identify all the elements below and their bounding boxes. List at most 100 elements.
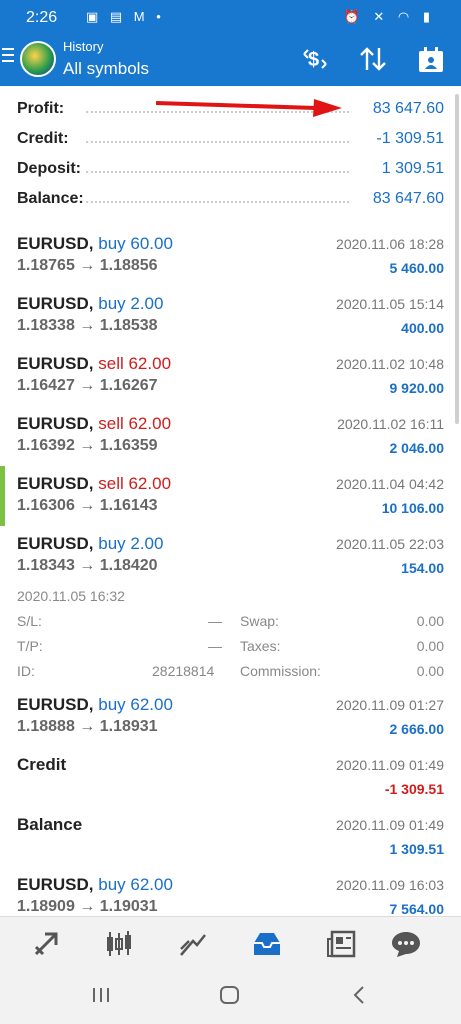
trade-icon[interactable] xyxy=(176,929,210,959)
deal-prices: 1.18888 → 1.18931 xyxy=(17,718,158,735)
deal-row[interactable]: EURUSD, sell 62.00 1.16392 → 1.16359 202… xyxy=(0,406,461,467)
deal-action: sell 62.00 xyxy=(98,354,172,373)
dotted-leader xyxy=(86,201,349,203)
app-bar: History All symbols $ xyxy=(0,34,461,86)
deal-prices: 1.18338 → 1.18538 xyxy=(17,317,158,334)
credit-label: Credit: xyxy=(17,130,69,147)
news-icon[interactable] xyxy=(325,929,359,959)
deposit-label: Deposit: xyxy=(17,160,81,177)
bottom-navigation xyxy=(0,916,461,971)
deal-profit: 9 920.00 xyxy=(389,380,445,396)
recent-apps-icon[interactable] xyxy=(91,984,111,1012)
profit-label: Profit: xyxy=(17,100,65,117)
deposit-value: 1 309.51 xyxy=(381,160,444,177)
tp-value: — xyxy=(208,638,222,654)
menu-icon[interactable] xyxy=(2,48,14,66)
deal-prices: 1.16427 → 1.16267 xyxy=(17,377,158,394)
svg-text:$: $ xyxy=(308,49,319,71)
deal-time: 2020.11.06 18:28 xyxy=(336,236,444,252)
history-icon[interactable] xyxy=(250,929,284,959)
deal-profit: 5 460.00 xyxy=(389,260,445,276)
deal-symbol: EURUSD, xyxy=(17,414,94,433)
deal-profit: 7 564.00 xyxy=(389,901,445,917)
deal-symbol: EURUSD, xyxy=(17,294,94,313)
deal-prices: 1.18765 → 1.18856 xyxy=(17,257,158,274)
commission-value: 0.00 xyxy=(416,663,444,679)
scrollbar[interactable] xyxy=(455,94,459,424)
deal-row[interactable]: EURUSD, buy 62.00 1.18888 → 1.18931 2020… xyxy=(0,687,461,748)
app-logo-icon[interactable] xyxy=(20,41,56,77)
deal-profit: 10 106.00 xyxy=(381,500,444,516)
notification-icons: ▣ ▤ M • xyxy=(86,9,165,24)
deposit-row: Deposit: 1 309.51 xyxy=(0,154,461,184)
deal-row[interactable]: EURUSD, buy 60.00 1.18765 → 1.18856 2020… xyxy=(0,226,461,287)
deal-action: buy 62.00 xyxy=(98,875,173,894)
deal-action: sell 62.00 xyxy=(98,414,172,433)
status-bar: 2:26 ▣ ▤ M • ⏰ ✕ ◠ ▮ xyxy=(0,0,461,34)
balance-operation-row[interactable]: Balance 2020.11.09 01:49 1 309.51 xyxy=(0,807,461,868)
header-title[interactable]: All symbols xyxy=(63,59,149,79)
deal-symbol: EURUSD, xyxy=(17,474,94,493)
credit-value: -1 309.51 xyxy=(376,130,444,147)
deal-time: 2020.11.09 16:03 xyxy=(336,877,444,893)
deal-profit: 400.00 xyxy=(401,320,444,336)
balance-value: 83 647.60 xyxy=(372,190,444,207)
deal-prices: 1.18343 → 1.18420 xyxy=(17,557,158,574)
id-value: 28218814 xyxy=(152,663,215,679)
open-time: 2020.11.05 16:32 xyxy=(17,588,125,604)
id-label: ID: xyxy=(17,663,35,679)
deal-time: 2020.11.09 01:49 xyxy=(336,817,444,833)
deal-profit: 2 666.00 xyxy=(389,721,445,737)
deal-row[interactable]: EURUSD, sell 62.00 1.16427 → 1.16267 202… xyxy=(0,346,461,407)
deal-symbol: EURUSD, xyxy=(17,875,94,894)
profit-value: 83 647.60 xyxy=(372,100,444,117)
credit-row: Credit: -1 309.51 xyxy=(0,124,461,154)
deal-symbol: EURUSD, xyxy=(17,534,94,553)
tp-label: T/P: xyxy=(17,638,43,654)
deal-row[interactable]: EURUSD, buy 2.00 1.18338 → 1.18538 2020.… xyxy=(0,286,461,347)
dotted-leader xyxy=(86,171,349,173)
balance-label: Balance: xyxy=(17,190,84,207)
chart-icon[interactable] xyxy=(102,929,136,959)
deal-symbol: Balance xyxy=(17,815,83,834)
currency-exchange-icon[interactable]: $ xyxy=(300,46,330,78)
sl-label: S/L: xyxy=(17,613,42,629)
deal-time: 2020.11.04 04:42 xyxy=(336,476,444,492)
quotes-icon[interactable] xyxy=(29,929,63,959)
deal-profit: 154.00 xyxy=(401,560,444,576)
credit-operation-row[interactable]: Credit 2020.11.09 01:49 -1 309.51 xyxy=(0,747,461,808)
selected-marker xyxy=(0,466,5,526)
deal-prices: 1.16392 → 1.16359 xyxy=(17,437,158,454)
status-time: 2:26 xyxy=(26,9,58,26)
taxes-label: Taxes: xyxy=(240,638,281,654)
dotted-leader xyxy=(86,141,349,143)
home-icon[interactable] xyxy=(219,984,241,1012)
sl-value: — xyxy=(208,613,222,629)
deal-symbol: EURUSD, xyxy=(17,695,94,714)
deal-prices: 1.16306 → 1.16143 xyxy=(17,497,158,514)
chat-icon[interactable] xyxy=(389,929,423,959)
deal-profit: 1 309.51 xyxy=(389,841,445,857)
swap-value: 0.00 xyxy=(416,613,444,629)
annotation-arrow-icon xyxy=(156,99,342,117)
system-navigation-bar xyxy=(0,970,461,1024)
deal-symbol: Credit xyxy=(17,755,67,774)
deal-row-expanded[interactable]: EURUSD, buy 2.00 1.18343 → 1.18420 2020.… xyxy=(0,526,461,688)
deal-time: 2020.11.02 10:48 xyxy=(336,356,444,372)
deal-time: 2020.11.02 16:11 xyxy=(337,416,444,432)
deal-time: 2020.11.09 01:27 xyxy=(336,697,444,713)
calendar-icon[interactable] xyxy=(417,46,445,80)
commission-label: Commission: xyxy=(240,663,321,679)
sort-icon[interactable] xyxy=(358,46,388,78)
deal-time: 2020.11.05 22:03 xyxy=(336,536,444,552)
deal-action: sell 62.00 xyxy=(98,474,172,493)
deal-row[interactable]: EURUSD, sell 62.00 1.16306 → 1.16143 202… xyxy=(0,466,461,527)
deal-action: buy 2.00 xyxy=(98,294,164,313)
deal-profit: -1 309.51 xyxy=(384,781,444,797)
deal-symbol: EURUSD, xyxy=(17,234,94,253)
deal-action: buy 2.00 xyxy=(98,534,164,553)
system-status-icons: ⏰ ✕ ◠ ▮ xyxy=(343,9,435,24)
balance-row: Balance: 83 647.60 xyxy=(0,184,461,214)
deal-time: 2020.11.09 01:49 xyxy=(336,757,444,773)
back-icon[interactable] xyxy=(350,984,368,1012)
